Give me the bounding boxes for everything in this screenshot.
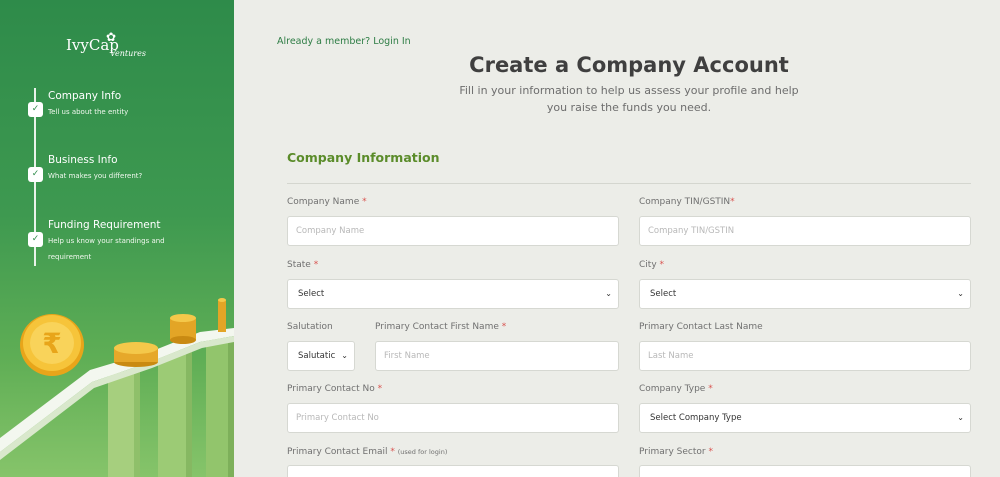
required-mark: *: [377, 384, 383, 394]
chevron-down-icon: ⌄: [341, 351, 348, 360]
last-name-label: Primary Contact Last Name: [639, 322, 763, 332]
contact-no-label: Primary Contact No *: [287, 384, 382, 394]
step-company-info-title[interactable]: Company Info: [48, 90, 121, 102]
company-type-select-value: Select Company Type: [650, 413, 742, 423]
contact-email-label-text: Primary Contact Email: [287, 447, 388, 457]
growth-coins-illustration: ₹: [0, 298, 234, 477]
contact-email-note: (used for login): [397, 448, 448, 456]
contact-no-input[interactable]: [287, 403, 619, 433]
primary-sector-label-text: Primary Sector: [639, 447, 706, 457]
step-business-info-subtitle: What makes you different?: [48, 172, 143, 180]
city-select-value: Select: [650, 289, 677, 299]
company-tin-label-text: Company TIN/GSTIN: [639, 197, 731, 207]
step-business-info-title[interactable]: Business Info: [48, 154, 118, 166]
required-mark: *: [362, 197, 367, 207]
company-type-label: Company Type *: [639, 384, 713, 394]
required-mark: *: [730, 197, 735, 207]
logo-subtext: Ventures: [110, 49, 146, 58]
company-type-label-text: Company Type: [639, 384, 706, 394]
city-label-text: City: [639, 260, 657, 270]
required-mark: *: [659, 260, 665, 270]
company-tin-input[interactable]: [639, 216, 971, 246]
salutation-select-value: Salutatic: [298, 351, 336, 361]
salutation-select[interactable]: Salutatic ⌄: [287, 341, 355, 371]
login-link[interactable]: Already a member? Login In: [277, 36, 411, 47]
company-name-input[interactable]: [287, 216, 619, 246]
company-name-label: Company Name *: [287, 197, 367, 207]
required-mark: *: [390, 447, 395, 457]
last-name-label-text: Primary Contact Last Name: [639, 322, 763, 332]
company-name-label-text: Company Name: [287, 197, 360, 207]
state-label: State *: [287, 260, 318, 270]
chevron-down-icon: ⌄: [605, 289, 612, 298]
primary-sector-label: Primary Sector *: [639, 447, 713, 457]
required-mark: *: [708, 384, 713, 394]
check-icon: ✓: [28, 102, 43, 117]
state-select[interactable]: Select ⌄: [287, 279, 619, 309]
chevron-down-icon: ⌄: [957, 413, 964, 422]
step-funding-requirement-subtitle: Help us know your standings and requirem…: [48, 237, 165, 261]
section-divider: [287, 183, 971, 184]
contact-email-label: Primary Contact Email * (used for login): [287, 447, 447, 457]
salutation-label: Salutation: [287, 322, 333, 332]
city-label: City *: [639, 260, 664, 270]
check-icon: ✓: [28, 232, 43, 247]
last-name-input[interactable]: [639, 341, 971, 371]
page-title: Create a Company Account: [469, 53, 789, 77]
sidebar: IvyCap ✿ Ventures ✓ Company Info Tell us…: [0, 0, 234, 477]
svg-text:₹: ₹: [42, 327, 61, 360]
required-mark: *: [313, 260, 319, 270]
state-select-value: Select: [298, 289, 325, 299]
leaf-icon: ✿: [106, 30, 117, 44]
first-name-input[interactable]: [375, 341, 619, 371]
contact-no-label-text: Primary Contact No: [287, 384, 375, 394]
section-title: Company Information: [287, 150, 440, 165]
required-mark: *: [501, 322, 507, 332]
primary-sector-select[interactable]: [639, 465, 971, 477]
first-name-label: Primary Contact First Name *: [375, 322, 506, 332]
step-company-info-subtitle: Tell us about the entity: [48, 108, 129, 116]
chevron-down-icon: ⌄: [957, 289, 964, 298]
first-name-label-text: Primary Contact First Name: [375, 322, 499, 332]
step-funding-requirement-title[interactable]: Funding Requirement: [48, 219, 161, 231]
company-type-select[interactable]: Select Company Type ⌄: [639, 403, 971, 433]
required-mark: *: [708, 447, 713, 457]
ivycap-logo[interactable]: IvyCap ✿ Ventures: [66, 30, 146, 58]
state-label-text: State: [287, 260, 311, 270]
check-icon: ✓: [28, 167, 43, 182]
company-tin-label: Company TIN/GSTIN*: [639, 197, 735, 207]
city-select[interactable]: Select ⌄: [639, 279, 971, 309]
page-subtitle: Fill in your information to help us asse…: [459, 84, 799, 114]
contact-email-input[interactable]: [287, 465, 619, 477]
salutation-label-text: Salutation: [287, 322, 333, 332]
